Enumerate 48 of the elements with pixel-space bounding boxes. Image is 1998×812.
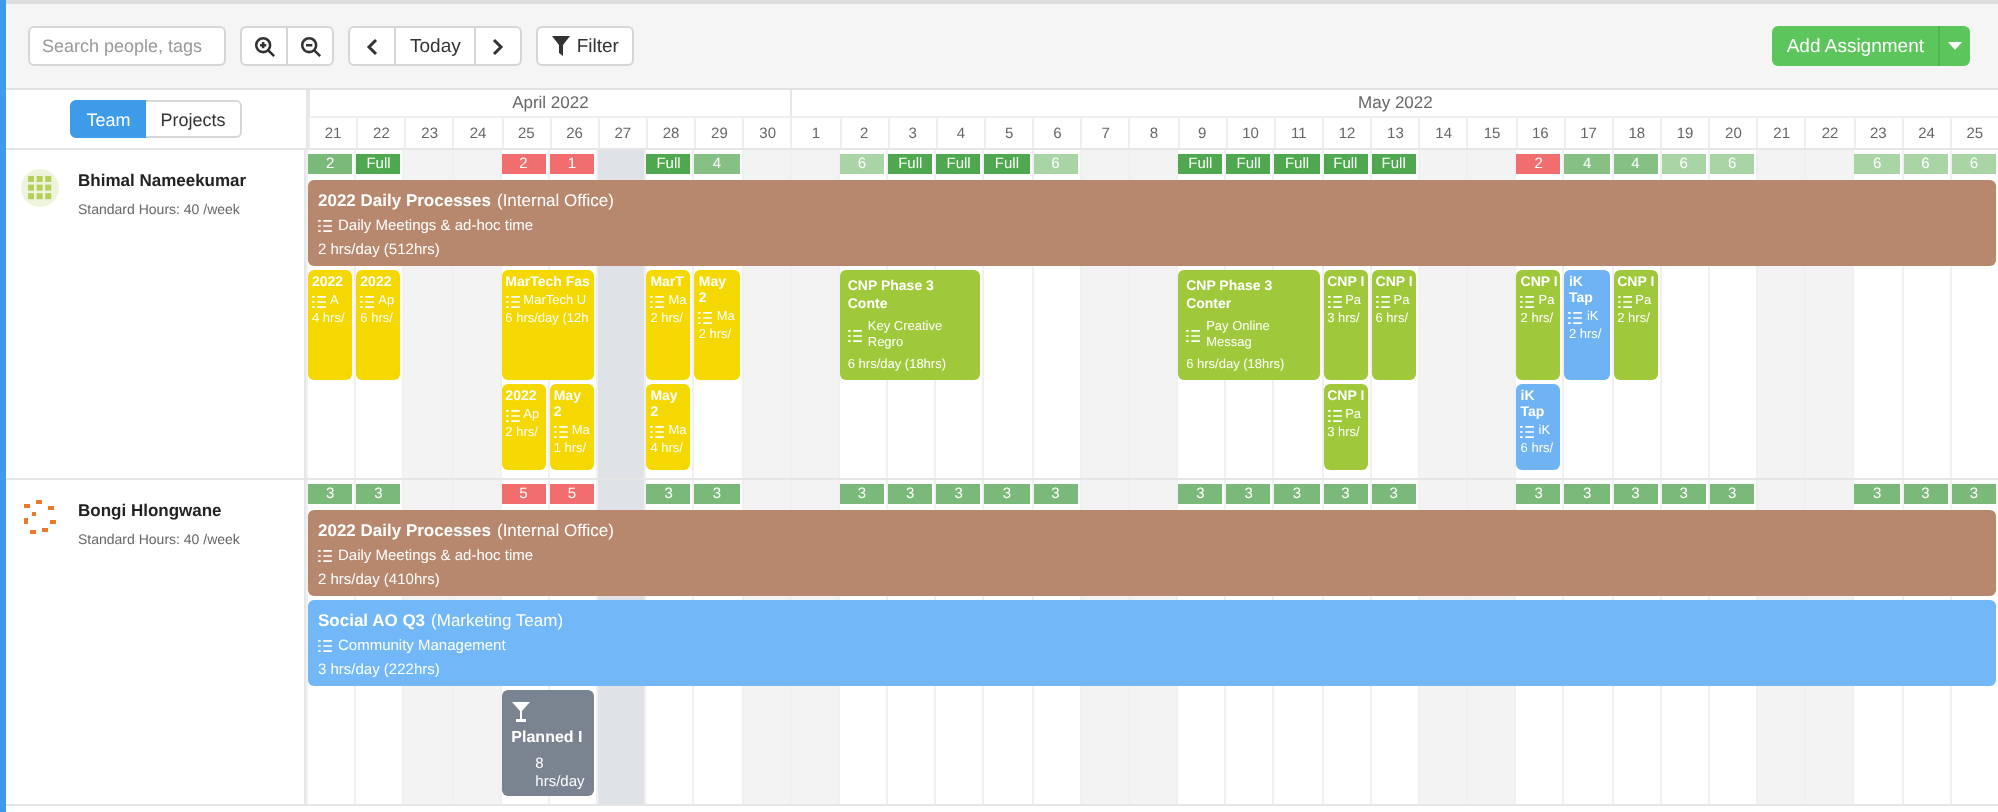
- leave-title: Planned I: [511, 728, 583, 746]
- month-label: May 2022: [790, 90, 1998, 118]
- avatar-icon: [20, 498, 60, 538]
- list-icon: [318, 549, 332, 561]
- zoom-out-icon: [299, 35, 321, 57]
- zoom-out-button[interactable]: [286, 26, 334, 66]
- assignment-title: Social AO Q3 (Marketing Team): [318, 610, 566, 630]
- list-icon: [698, 312, 713, 324]
- today-button[interactable]: Today: [394, 26, 477, 66]
- funnel-icon: [552, 36, 571, 56]
- list-icon: [650, 426, 665, 438]
- list-icon: [1375, 296, 1390, 308]
- list-icon: [1327, 410, 1342, 422]
- person-name: Bhimal Nameekumar: [78, 170, 247, 190]
- list-icon: [1520, 426, 1535, 438]
- avatar-icon: [20, 168, 60, 208]
- list-icon: [505, 410, 520, 422]
- search-field[interactable]: Search people, tags: [28, 26, 226, 66]
- add-assignment-button[interactable]: Add Assignment: [1772, 26, 1938, 66]
- chevron-left-icon: [366, 37, 378, 55]
- zoom-in-icon: [253, 35, 275, 57]
- list-icon: [1568, 312, 1583, 324]
- cocktail-glass-icon: [511, 702, 530, 722]
- list-icon: [1186, 330, 1201, 342]
- list-icon: [847, 330, 862, 342]
- zoom-in-button[interactable]: [240, 26, 288, 66]
- next-button[interactable]: [474, 26, 523, 66]
- list-icon: [360, 296, 375, 308]
- list-icon: [312, 296, 326, 308]
- view-tab[interactable]: Team: [70, 100, 147, 138]
- assignment-title: 2022 Daily Processes (Internal Office): [318, 520, 616, 540]
- list-icon: [318, 219, 332, 231]
- list-icon: [318, 639, 332, 651]
- caret-icon: [1948, 42, 1962, 50]
- view-tab[interactable]: Projects: [146, 100, 242, 138]
- assignment-title: 2022 Daily Processes (Internal Office): [318, 190, 616, 210]
- list-icon: [1327, 296, 1342, 308]
- month-label: April 2022: [308, 90, 791, 118]
- list-icon: [553, 426, 568, 438]
- list-icon: [1617, 296, 1632, 308]
- previous-button[interactable]: [348, 26, 396, 66]
- person-name: Bongi Hlongwane: [78, 500, 224, 520]
- filter-button[interactable]: Filter: [536, 26, 635, 66]
- list-icon: [1520, 296, 1535, 308]
- list-icon: [505, 296, 520, 308]
- chevron-right-icon: [492, 37, 505, 55]
- list-icon: [650, 296, 665, 308]
- dropdown-button[interactable]: [1938, 26, 1970, 66]
